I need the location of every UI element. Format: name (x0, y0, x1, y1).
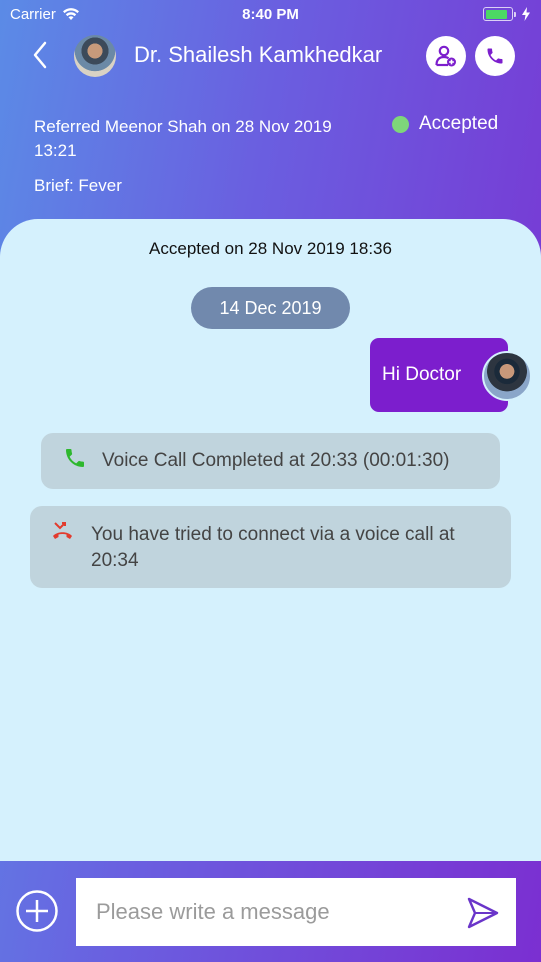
referral-status: Accepted (419, 113, 499, 134)
send-icon (467, 897, 499, 929)
referral-info: Referred Meenor Shah on 28 Nov 2019 13:2… (34, 117, 332, 160)
attach-button[interactable] (15, 889, 59, 933)
back-button[interactable] (30, 40, 50, 70)
phone-icon (63, 446, 87, 478)
battery-level (485, 9, 507, 19)
doctor-avatar[interactable] (74, 35, 116, 77)
message-text: Hi Doctor (382, 364, 462, 385)
add-participant-button[interactable] (426, 36, 466, 76)
message-input[interactable] (76, 878, 456, 946)
voice-call-button[interactable] (475, 36, 515, 76)
message-input-container (76, 878, 516, 946)
plus-circle-icon (16, 890, 58, 932)
chat-header: Dr. Shailesh Kamkhedkar (0, 32, 541, 80)
sender-avatar (482, 351, 532, 401)
clock: 8:40 PM (242, 5, 299, 23)
call-completed-message: Voice Call Completed at 20:33 (00:01:30) (41, 433, 500, 489)
chevron-left-icon (33, 41, 47, 69)
status-indicator-dot (392, 116, 409, 133)
system-message-text: You have tried to connect via a voice ca… (91, 524, 455, 571)
wifi-icon (62, 8, 79, 20)
send-button[interactable] (466, 896, 500, 930)
chat-area[interactable]: Accepted on 28 Nov 2019 18:36 14 Dec 201… (0, 219, 541, 861)
accepted-note: Accepted on 28 Nov 2019 18:36 (149, 239, 392, 258)
charging-bolt-icon (522, 7, 530, 21)
status-left: Carrier (10, 6, 80, 23)
call-attempt-message: You have tried to connect via a voice ca… (30, 506, 511, 588)
message-composer (0, 861, 541, 962)
system-message-text: Voice Call Completed at 20:33 (00:01:30) (102, 450, 450, 471)
carrier-label: Carrier (10, 5, 56, 23)
phone-icon (487, 48, 503, 64)
status-right (483, 7, 531, 21)
referral-brief: Brief: Fever (34, 176, 122, 195)
doctor-name[interactable]: Dr. Shailesh Kamkhedkar (134, 42, 382, 68)
user-plus-icon (435, 45, 456, 67)
status-bar: Carrier 8:40 PM (0, 0, 541, 28)
date-separator: 14 Dec 2019 (191, 287, 350, 329)
missed-call-icon (52, 521, 76, 551)
battery-icon (483, 7, 516, 21)
